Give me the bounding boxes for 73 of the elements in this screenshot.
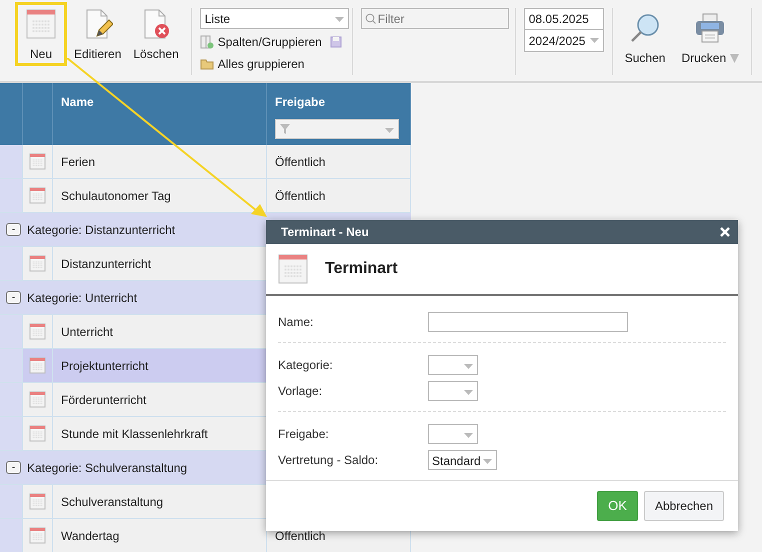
calendar-icon	[29, 357, 46, 374]
view-select[interactable]: Liste	[200, 8, 349, 29]
calendar-icon	[29, 493, 46, 510]
field-label: Kategorie:	[278, 357, 334, 374]
calendar-icon	[29, 187, 46, 204]
caret-icon	[483, 459, 492, 464]
toolbar-button[interactable]: Neu	[16, 3, 66, 65]
calendar-icon	[29, 153, 46, 170]
group-label: Kategorie: Distanzunterricht	[27, 222, 176, 238]
field-label: Name:	[278, 314, 314, 332]
table-cell-text: Unterricht	[61, 324, 114, 340]
toolbar-link[interactable]: Spalten/Gruppieren	[200, 33, 322, 51]
filter-field[interactable]: Filter	[360, 8, 509, 29]
calendar-icon	[278, 254, 308, 284]
calendar-icon	[29, 425, 46, 442]
table-cell-text: Distanzunterricht	[61, 256, 152, 272]
dialog-title: Terminart - Neu	[281, 224, 369, 242]
caret-icon	[590, 38, 599, 43]
table-cell-text: Stunde mit Klassenlehrkraft	[61, 426, 208, 442]
toolbar-button[interactable]: Löschen	[129, 3, 183, 65]
select-field[interactable]	[428, 355, 478, 376]
select-field[interactable]	[428, 381, 478, 402]
columns-icon	[200, 35, 214, 49]
table-cell-text: Öffentlich	[275, 154, 326, 170]
table-row[interactable]: Schulautonomer Tag Öffentlich	[0, 179, 411, 213]
select-field[interactable]: Standard	[428, 450, 497, 470]
date-field[interactable]: 08.05.2025	[524, 9, 603, 30]
toolbar-button[interactable]: Drucken	[677, 7, 744, 69]
caret-icon	[464, 433, 473, 438]
field-label: Freigabe:	[278, 426, 330, 444]
calendar-icon	[29, 323, 46, 340]
caret-icon	[464, 364, 473, 370]
calendar-icon	[29, 255, 46, 272]
toolbar-button[interactable]: Suchen	[620, 7, 670, 69]
search-icon	[364, 13, 376, 24]
calendar-icon	[29, 391, 46, 408]
column-header[interactable]: Name	[61, 95, 94, 109]
field-label: Vertretung - Saldo:	[278, 452, 380, 470]
table-cell-text: Öffentlich	[275, 188, 326, 204]
filter-icon	[280, 124, 290, 134]
table-cell-text: Schulautonomer Tag	[61, 188, 171, 204]
select-field[interactable]	[428, 424, 478, 444]
close-icon[interactable]	[720, 227, 730, 238]
save-icon[interactable]	[330, 36, 342, 48]
column-filter[interactable]	[275, 119, 399, 139]
table-row[interactable]: Ferien Öffentlich	[0, 145, 411, 179]
dialog-heading: Terminart	[325, 259, 398, 280]
table-cell-text: Förderunterricht	[61, 392, 146, 408]
table-cell-text: Projektunterricht	[61, 358, 148, 374]
table-cell-text: Ferien	[61, 154, 96, 170]
input-field[interactable]	[428, 312, 628, 332]
caret-icon	[385, 128, 394, 133]
group-label: Kategorie: Unterricht	[27, 290, 138, 306]
year-select[interactable]: 2024/2025	[524, 30, 603, 51]
cancel-button[interactable]: Abbrechen	[644, 491, 724, 522]
column-header[interactable]: Freigabe	[275, 95, 326, 109]
collapse-toggle[interactable]: -	[6, 291, 21, 304]
calendar-icon	[29, 527, 46, 544]
search-icon	[630, 13, 660, 43]
toolbar-link[interactable]: Alles gruppieren	[200, 55, 304, 73]
collapse-toggle[interactable]: -	[6, 223, 21, 236]
caret-icon	[334, 17, 344, 22]
field-label: Vorlage:	[278, 383, 324, 400]
calendar-icon	[26, 9, 56, 39]
folder-icon	[200, 58, 214, 70]
printer-icon	[695, 13, 726, 43]
table-cell-text: Wandertag	[61, 528, 120, 544]
toolbar-button[interactable]: Editieren	[70, 3, 126, 65]
caret-icon	[464, 390, 473, 396]
table-cell-text: Schulveranstaltung	[61, 494, 164, 510]
collapse-toggle[interactable]: -	[6, 461, 21, 474]
group-label: Kategorie: Schulveranstaltung	[27, 460, 188, 476]
table-cell-text: Öffentlich	[275, 528, 326, 544]
